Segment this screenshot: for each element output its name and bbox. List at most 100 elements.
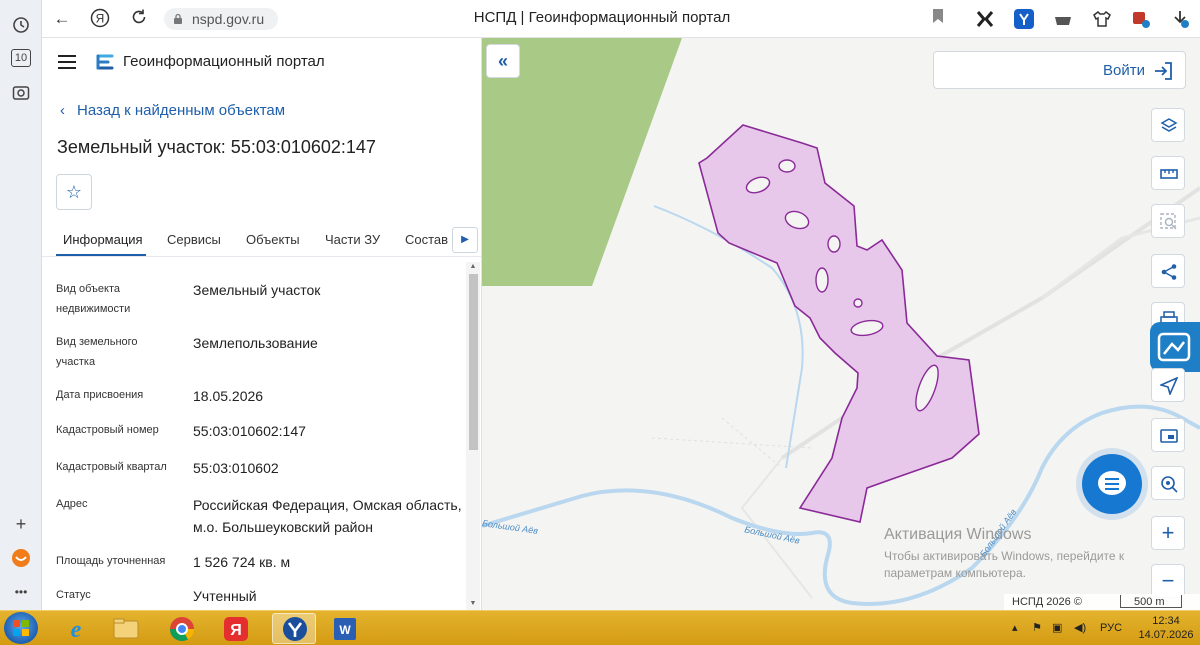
bookmark-icon[interactable]: [927, 8, 949, 30]
tabs-count-icon[interactable]: 10: [11, 49, 31, 67]
minimap-button[interactable]: [1151, 418, 1185, 452]
locate-button[interactable]: [1151, 368, 1185, 402]
screenshot-icon[interactable]: [11, 84, 31, 104]
login-icon: [1155, 62, 1172, 80]
extension-shirt-icon[interactable]: [1092, 9, 1112, 29]
app-icon[interactable]: [11, 548, 31, 568]
tab-composition[interactable]: Состав: [405, 232, 448, 247]
language-indicator[interactable]: РУС: [1100, 622, 1122, 634]
collapse-panel-button[interactable]: «: [486, 44, 520, 78]
history-icon[interactable]: [11, 16, 31, 36]
start-button[interactable]: [4, 612, 38, 644]
chat-line: [1105, 488, 1119, 490]
taskbar-yandex-active[interactable]: [272, 613, 316, 644]
svg-text:W: W: [339, 623, 351, 637]
search-location-button[interactable]: [1151, 466, 1185, 500]
login-label: Войти: [1103, 62, 1145, 79]
yandex-browser-icon: Я: [224, 617, 248, 641]
flag-icon[interactable]: ⚑: [1032, 621, 1042, 634]
clock-time: 12:34: [1152, 615, 1180, 627]
tab-services[interactable]: Сервисы: [167, 232, 221, 247]
area-select-button[interactable]: [1151, 204, 1185, 238]
taskbar-word[interactable]: W: [322, 613, 366, 644]
navigation-arrow-icon: [1160, 377, 1178, 395]
minimap-icon: [1160, 429, 1178, 443]
extension-shield-icon[interactable]: [1014, 9, 1034, 29]
minus-icon: −: [1161, 568, 1175, 593]
attribute-label: Кадастровый квартал: [56, 461, 167, 473]
portal-name: Геоинформационный портал: [123, 53, 325, 70]
clock[interactable]: 12:34 14.07.2026: [1136, 614, 1196, 642]
attribute-label: Площадь уточненная: [56, 555, 166, 567]
extension-k-icon[interactable]: [975, 9, 995, 29]
show-hidden-icons-icon[interactable]: ▴: [1012, 621, 1018, 634]
network-icon[interactable]: ▣: [1052, 621, 1062, 634]
windows-activation-watermark: Активация Windows Чтобы активировать Win…: [884, 526, 1154, 582]
chevron-left-icon: ‹: [60, 102, 65, 119]
attribute-value: 55:03:010602: [193, 460, 279, 476]
add-icon[interactable]: +: [11, 514, 31, 534]
taskbar-yandex[interactable]: Я: [214, 613, 258, 644]
volume-icon[interactable]: ◀): [1074, 621, 1086, 634]
layers-icon: [1160, 118, 1178, 132]
path: [651, 437, 813, 449]
tab-info[interactable]: Информация: [63, 232, 143, 247]
zoom-in-button[interactable]: +: [1151, 516, 1185, 550]
measure-button[interactable]: [1151, 156, 1185, 190]
extension-badge-icon[interactable]: [1131, 9, 1151, 29]
attribute-label: Дата присвоения: [56, 389, 144, 401]
panel-scrollbar[interactable]: ▲ ▼: [466, 262, 480, 610]
share-icon: [1161, 264, 1177, 280]
attribute-label: Вид объекта недвижимости: [56, 283, 131, 315]
downloads-icon[interactable]: [1170, 9, 1190, 29]
taskbar-chrome[interactable]: [160, 613, 204, 644]
tabs-next-button[interactable]: ▶: [452, 227, 478, 253]
lock-icon: [174, 13, 182, 24]
attribute-value: Земельный участок: [193, 282, 321, 298]
attribute-value: 1 526 724 кв. м: [193, 554, 291, 570]
scroll-down-icon[interactable]: ▼: [468, 600, 478, 607]
svg-text:Я: Я: [96, 12, 105, 26]
back-arrow-icon[interactable]: ←: [51, 8, 73, 30]
parcel-polygon[interactable]: [698, 124, 980, 523]
attribute-label: Кадастровый номер: [56, 424, 159, 436]
extension-bowl-icon[interactable]: [1053, 9, 1073, 29]
back-to-results-link[interactable]: ‹ Назад к найденным объектам: [60, 102, 285, 119]
map-canvas: [482, 38, 1200, 606]
taskbar-explorer[interactable]: [104, 613, 148, 644]
zoom-out-button[interactable]: −: [1151, 564, 1185, 598]
map-widget-tab[interactable]: [1150, 322, 1200, 372]
windows-logo-icon: [13, 620, 29, 636]
scrollbar-thumb[interactable]: [469, 274, 478, 450]
attribute-value: 18.05.2026: [193, 388, 264, 404]
svg-text:e: e: [71, 617, 82, 643]
screen: 10 + ••• ← Я nspd.gov.ru НСПД | Геоинфор…: [0, 0, 1200, 645]
triangle-right-icon: ▶: [461, 234, 469, 245]
chrome-icon: [170, 617, 194, 642]
favorite-button[interactable]: ☆: [56, 174, 92, 210]
map-view[interactable]: Большой Аёв Большой Аёв Большой Аёв « Во…: [482, 38, 1200, 610]
login-button[interactable]: Войти: [933, 51, 1186, 89]
parcel-hole: [778, 159, 796, 173]
attribute-value: Российская Федерация, Омская область, м.…: [193, 497, 462, 535]
share-button[interactable]: [1151, 254, 1185, 288]
page-title: НСПД | Геоинформационный портал: [473, 9, 731, 26]
tab-objects[interactable]: Объекты: [246, 232, 300, 247]
back-link-label: Назад к найденным объектам: [77, 102, 286, 119]
attribute-value: Землепользование: [193, 335, 318, 351]
reload-icon[interactable]: [128, 8, 150, 30]
yandex-icon[interactable]: Я: [89, 8, 111, 30]
menu-icon[interactable]: [58, 55, 76, 69]
word-icon: W: [334, 618, 356, 640]
layers-button[interactable]: [1151, 108, 1185, 142]
chat-button[interactable]: [1082, 454, 1142, 514]
address-bar[interactable]: nspd.gov.ru: [164, 8, 278, 30]
attribute-value: Учтенный: [193, 588, 257, 604]
parcel-hole: [853, 298, 863, 308]
scroll-up-icon[interactable]: ▲: [468, 263, 478, 270]
more-icon[interactable]: •••: [11, 582, 31, 602]
object-title: Земельный участок: 55:03:010602:147: [57, 137, 376, 157]
double-chevron-left-icon: «: [497, 51, 508, 71]
tab-parts[interactable]: Части ЗУ: [325, 232, 380, 247]
taskbar-ie[interactable]: e: [54, 613, 98, 644]
